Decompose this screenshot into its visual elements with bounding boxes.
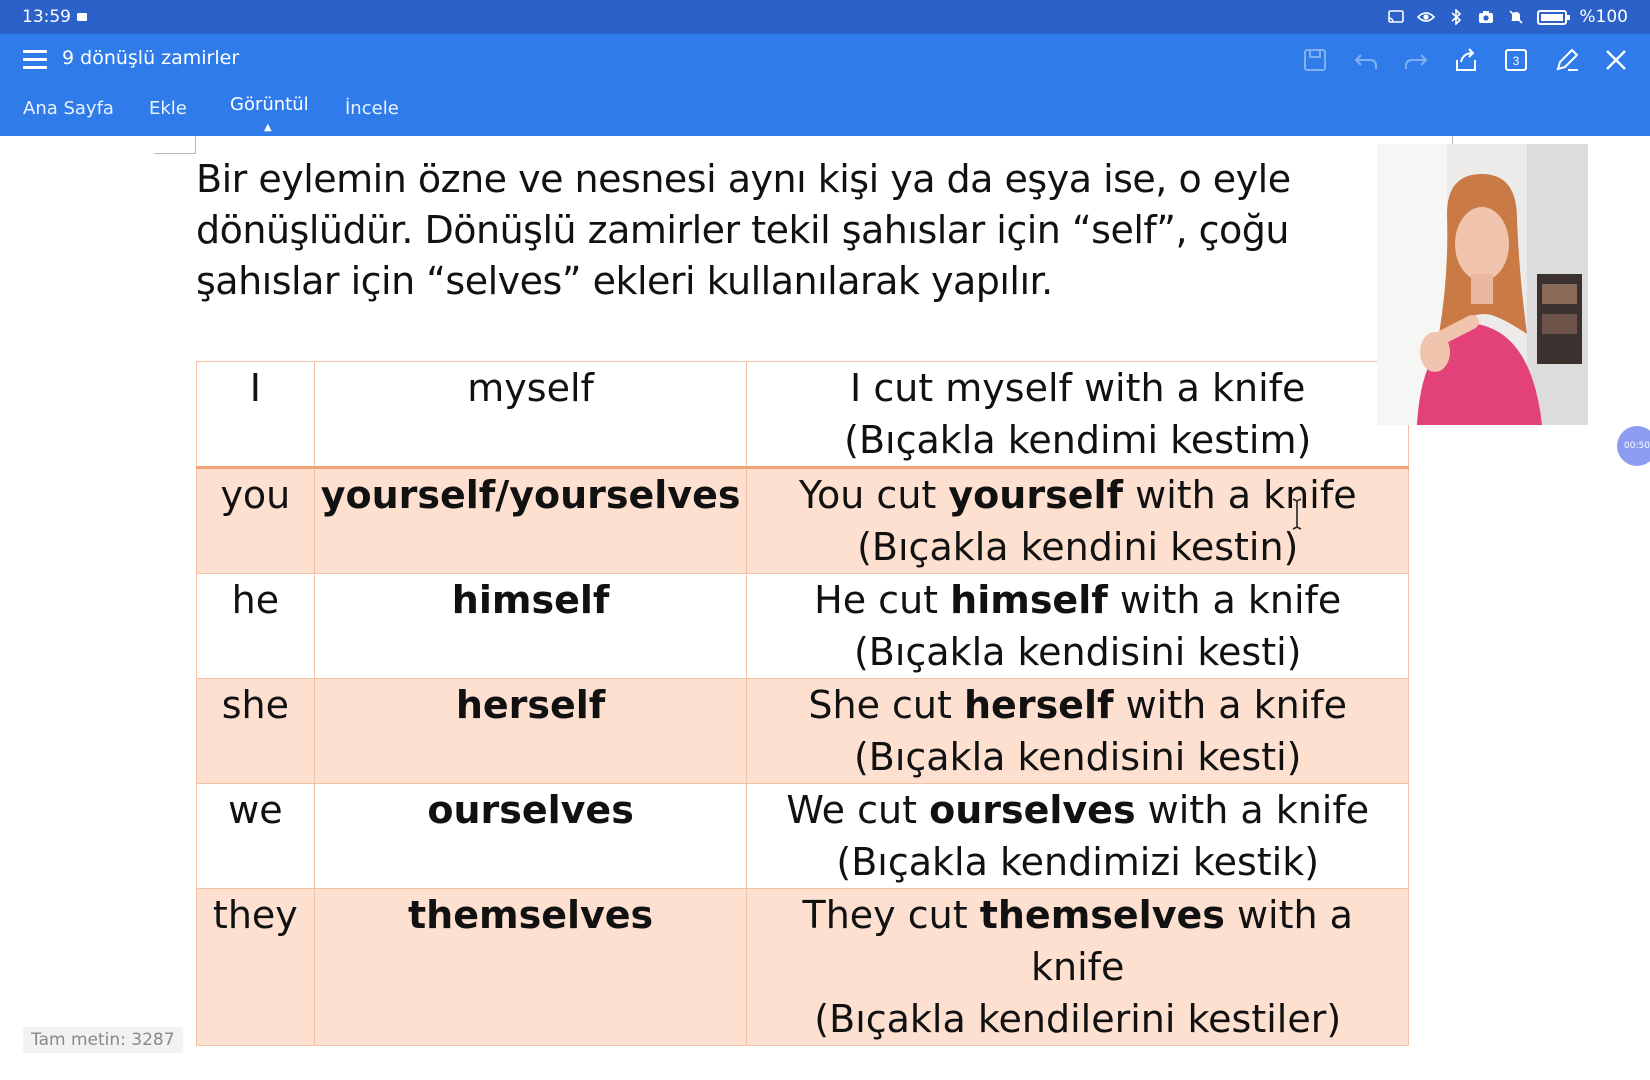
tab-ana-sayfa[interactable]: Ana Sayfa <box>23 98 114 119</box>
table-row: he himself He cut himself with a knife (… <box>196 573 1409 679</box>
presenter-video-overlay[interactable] <box>1377 144 1588 425</box>
table-row: you yourself/yourselves You cut yourself… <box>196 467 1409 574</box>
table-row: she herself She cut herself with a knife… <box>196 678 1409 784</box>
document-title: 9 dönüşlü zamirler <box>62 47 240 69</box>
example-sentence: I cut myself with a knife <box>850 366 1306 410</box>
pages-icon[interactable]: 3 <box>1500 44 1532 76</box>
clock: 13:59 <box>22 7 71 27</box>
intro-line: Bir eylemin özne ve nesnesi aynı kişi ya… <box>196 157 1291 201</box>
text-cursor-icon <box>1292 498 1302 530</box>
app-bar: 9 dönüşlü zamirler 3 Ana Sayfa Ekle Görü… <box>0 34 1650 136</box>
recording-timer-bubble[interactable]: 00:50 <box>1617 426 1650 466</box>
tab-goruntul[interactable]: Görüntül <box>230 94 309 115</box>
subject-cell: they <box>196 888 315 1046</box>
word-count-label: Tam metin: 3287 <box>23 1027 183 1053</box>
table-row: we ourselves We cut ourselves with a kni… <box>196 783 1409 889</box>
example-cell: I cut myself with a knife (Bıçakla kendi… <box>746 361 1409 469</box>
reflexive-cell: herself <box>313 678 748 784</box>
example-sentence: He cut himself with a knife <box>814 578 1342 622</box>
hamburger-menu-icon[interactable] <box>23 48 47 70</box>
reflexive-cell: yourself/yourselves <box>313 467 748 574</box>
intro-line: dönüşlüdür. Dönüşlü zamirler tekil şahıs… <box>196 208 1289 252</box>
example-translation: (Bıçakla kendimizi kestik) <box>836 840 1320 884</box>
reflexive-cell: ourselves <box>313 783 748 889</box>
reflexive-pronoun-table[interactable]: I myself I cut myself with a knife (Bıça… <box>196 361 1409 1046</box>
close-icon[interactable] <box>1600 44 1632 76</box>
example-sentence: You cut yourself with a knife <box>798 473 1357 517</box>
example-sentence: We cut ourselves with a knife <box>786 788 1370 832</box>
status-right: %100 <box>1387 7 1628 27</box>
edit-icon[interactable] <box>1551 44 1583 76</box>
margin-mark-left <box>154 136 196 154</box>
example-translation: (Bıçakla kendimi kestim) <box>844 418 1312 462</box>
battery-icon <box>1537 9 1571 25</box>
tab-ekle[interactable]: Ekle <box>149 98 187 119</box>
eye-icon <box>1417 10 1436 24</box>
save-icon[interactable] <box>1299 44 1331 76</box>
example-cell: You cut yourself with a knife (Bıçakla k… <box>746 467 1409 574</box>
example-cell: We cut ourselves with a knife (Bıçakla k… <box>746 783 1409 889</box>
ribbon-tabs: Ana Sayfa Ekle Görüntül ▲ İncele <box>0 86 1650 136</box>
example-cell: They cut themselves with a knife (Bıçakl… <box>746 888 1409 1046</box>
subject-cell: I <box>196 361 315 469</box>
chevron-up-icon: ▲ <box>264 122 272 133</box>
subject-cell: you <box>196 467 315 574</box>
table-row: they themselves They cut themselves with… <box>196 888 1409 1046</box>
example-translation: (Bıçakla kendilerini kestiler) <box>814 997 1342 1041</box>
status-bar: 13:59 %100 <box>0 0 1650 34</box>
camera-icon <box>1477 10 1495 24</box>
reflexive-cell: himself <box>313 573 748 679</box>
table-row: I myself I cut myself with a knife (Bıça… <box>196 361 1409 469</box>
recording-icon <box>77 13 87 21</box>
example-translation: (Bıçakla kendini kestin) <box>857 525 1299 569</box>
margin-mark-right <box>1452 136 1453 144</box>
reflexive-cell: myself <box>313 361 748 469</box>
undo-icon[interactable] <box>1350 44 1382 76</box>
example-sentence: She cut herself with a knife <box>808 683 1348 727</box>
subject-cell: she <box>196 678 315 784</box>
example-cell: He cut himself with a knife (Bıçakla ken… <box>746 573 1409 679</box>
example-translation: (Bıçakla kendisini kesti) <box>853 630 1302 674</box>
intro-paragraph[interactable]: Bir eylemin özne ve nesnesi aynı kişi ya… <box>196 154 1376 314</box>
tab-incele[interactable]: İncele <box>345 98 399 119</box>
status-left: 13:59 <box>22 7 87 27</box>
cast-icon <box>1387 10 1405 24</box>
subject-cell: we <box>196 783 315 889</box>
bluetooth-icon <box>1447 9 1465 25</box>
redo-icon[interactable] <box>1400 44 1432 76</box>
reflexive-cell: themselves <box>313 888 748 1046</box>
pages-count: 3 <box>1513 54 1520 68</box>
intro-line: şahıslar için “selves” ekleri kullanılar… <box>196 259 1053 303</box>
mute-icon <box>1507 10 1525 24</box>
battery-level: %100 <box>1579 7 1628 27</box>
example-cell: She cut herself with a knife (Bıçakla ke… <box>746 678 1409 784</box>
example-translation: (Bıçakla kendisini kesti) <box>853 735 1302 779</box>
title-row: 9 dönüşlü zamirler 3 <box>0 34 1650 86</box>
subject-cell: he <box>196 573 315 679</box>
example-sentence: They cut themselves with a knife <box>802 893 1353 989</box>
share-icon[interactable] <box>1450 44 1482 76</box>
presenter-video-frame <box>1377 144 1588 425</box>
